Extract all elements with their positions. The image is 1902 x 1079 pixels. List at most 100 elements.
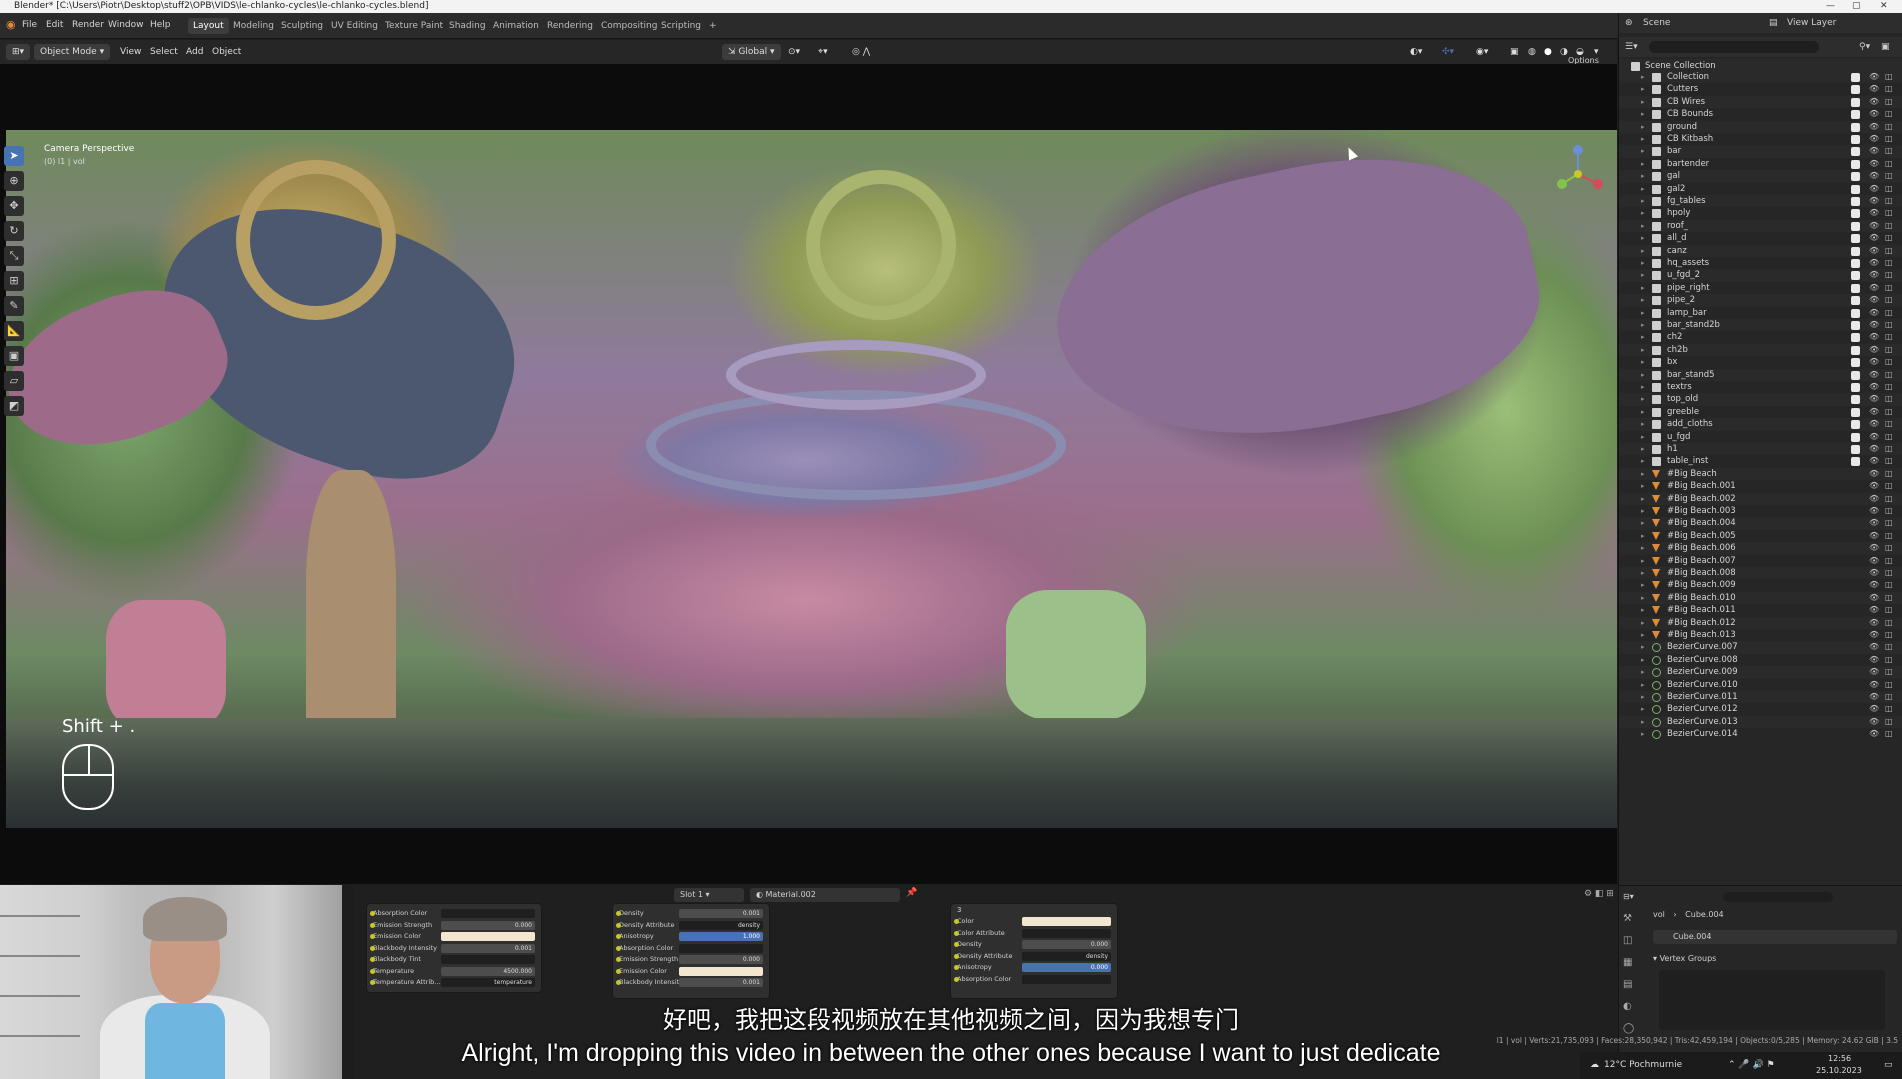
view-layer-icon[interactable]: ▤ [1769, 13, 1778, 33]
expand-arrow-icon[interactable]: ▸ [1641, 294, 1645, 306]
object-data-field[interactable]: Cube.004 [1653, 930, 1897, 944]
visibility-eye-icon[interactable]: 👁 [1869, 530, 1879, 542]
render-camera-icon[interactable]: ◫ [1885, 703, 1893, 715]
visibility-eye-icon[interactable]: 👁 [1869, 356, 1879, 368]
node-socket-row[interactable]: Emission Color [616, 966, 763, 977]
visibility-eye-icon[interactable]: 👁 [1869, 592, 1879, 604]
output-tab-icon[interactable]: ▦ [1623, 952, 1643, 974]
socket-icon[interactable] [616, 945, 621, 951]
render-camera-icon[interactable]: ◫ [1885, 666, 1893, 678]
expand-arrow-icon[interactable]: ▸ [1641, 555, 1645, 567]
outliner-row[interactable]: ▸ #Big Beach.001 👁 ◫ [1619, 480, 1902, 492]
exclude-checkbox[interactable] [1851, 147, 1860, 157]
socket-value-field[interactable] [441, 955, 535, 964]
outliner-row[interactable]: ▸ all_d 👁 ◫ [1619, 232, 1902, 244]
expand-arrow-icon[interactable]: ▸ [1641, 393, 1645, 405]
tab-layout[interactable]: Layout [188, 18, 229, 34]
outliner-row[interactable]: ▸ gal2 👁 ◫ [1619, 183, 1902, 195]
expand-arrow-icon[interactable]: ▸ [1641, 431, 1645, 443]
socket-value-field[interactable]: density [1021, 951, 1111, 961]
render-camera-icon[interactable]: ◫ [1885, 406, 1893, 418]
outliner-row[interactable]: ▸ greeble 👁 ◫ [1619, 406, 1902, 418]
overlay-icon[interactable]: ◉▾ [1476, 44, 1488, 60]
render-camera-icon[interactable]: ◫ [1885, 220, 1893, 232]
outliner-editor-icon[interactable]: ☰▾ [1625, 37, 1638, 57]
scene-icon[interactable]: ⊛ [1625, 13, 1633, 33]
expand-arrow-icon[interactable]: ▸ [1641, 604, 1645, 616]
render-camera-icon[interactable]: ◫ [1885, 133, 1893, 145]
socket-value-field[interactable]: 1.000 [679, 932, 763, 941]
outliner-row[interactable]: ▸ textrs 👁 ◫ [1619, 381, 1902, 393]
shear-tool-icon[interactable]: ▱ [4, 371, 24, 391]
expand-arrow-icon[interactable]: ▸ [1641, 307, 1645, 319]
visibility-eye-icon[interactable]: 👁 [1869, 579, 1879, 591]
render-camera-icon[interactable]: ◫ [1885, 617, 1893, 629]
exclude-checkbox[interactable] [1851, 271, 1860, 281]
visibility-eye-icon[interactable]: 👁 [1869, 331, 1879, 343]
socket-icon[interactable] [954, 930, 959, 936]
outliner-row[interactable]: ▸ Cutters 👁 ◫ [1619, 83, 1902, 95]
exclude-checkbox[interactable] [1851, 432, 1860, 442]
outliner-row[interactable]: ▸ top_old 👁 ◫ [1619, 393, 1902, 406]
visibility-eye-icon[interactable]: 👁 [1869, 232, 1879, 244]
snap-icon[interactable]: ⌖▾ [818, 44, 828, 60]
visibility-eye-icon[interactable]: 👁 [1869, 567, 1879, 579]
exclude-checkbox[interactable] [1851, 321, 1860, 330]
add-workspace-icon[interactable]: + [704, 18, 722, 34]
rendered-scene[interactable] [6, 130, 1617, 828]
exclude-checkbox[interactable] [1851, 246, 1860, 256]
expand-arrow-icon[interactable]: ▸ [1641, 282, 1645, 294]
visibility-eye-icon[interactable]: 👁 [1869, 121, 1879, 133]
exclude-checkbox[interactable] [1851, 383, 1860, 392]
expand-arrow-icon[interactable]: ▸ [1641, 96, 1645, 108]
exclude-checkbox[interactable] [1851, 358, 1860, 368]
view-layer-tab-icon[interactable]: ▤ [1623, 974, 1643, 996]
socket-value-field[interactable]: temperature [441, 978, 535, 987]
menu-help[interactable]: Help [150, 20, 171, 30]
socket-value-field[interactable] [1021, 917, 1111, 926]
expand-arrow-icon[interactable]: ▸ [1641, 356, 1645, 368]
exclude-checkbox[interactable] [1851, 395, 1860, 405]
annotate-tool-icon[interactable]: ✎ [4, 296, 24, 316]
expand-arrow-icon[interactable]: ▸ [1641, 579, 1645, 591]
render-camera-icon[interactable]: ◫ [1885, 530, 1893, 542]
render-camera-icon[interactable]: ◫ [1885, 158, 1893, 170]
exclude-checkbox[interactable] [1851, 209, 1860, 219]
filter-icon[interactable]: ⚲▾ [1859, 37, 1870, 57]
render-camera-icon[interactable]: ◫ [1885, 517, 1893, 529]
render-camera-icon[interactable]: ◫ [1885, 381, 1893, 393]
visibility-eye-icon[interactable]: 👁 [1869, 728, 1879, 740]
render-camera-icon[interactable]: ◫ [1885, 679, 1893, 691]
blender-logo-icon[interactable]: ◉ [6, 18, 16, 31]
node-socket-row[interactable]: Absorption Color [370, 908, 535, 919]
move-tool-icon[interactable]: ✥ [4, 196, 24, 216]
measure-tool-icon[interactable]: 📐 [4, 321, 24, 341]
tab-scripting[interactable]: Scripting [656, 18, 706, 34]
edit-tool-icon[interactable]: ◩ [4, 396, 24, 416]
expand-arrow-icon[interactable]: ▸ [1641, 418, 1645, 430]
outliner-row[interactable]: ▸ ground 👁 ◫ [1619, 120, 1902, 133]
visibility-eye-icon[interactable]: 👁 [1869, 294, 1879, 306]
socket-icon[interactable] [954, 976, 959, 982]
render-camera-icon[interactable]: ◫ [1885, 542, 1893, 554]
select-tool-icon[interactable]: ➤ [4, 146, 24, 166]
menu-add[interactable]: Add [186, 44, 203, 60]
expand-arrow-icon[interactable]: ▸ [1641, 542, 1645, 554]
socket-value-field[interactable] [441, 909, 535, 918]
visibility-eye-icon[interactable]: 👁 [1869, 406, 1879, 418]
render-camera-icon[interactable]: ◫ [1885, 232, 1893, 244]
menu-window[interactable]: Window [108, 20, 144, 30]
outliner-row[interactable]: ▸ hpoly 👁 ◫ [1619, 207, 1902, 219]
menu-object[interactable]: Object [212, 44, 241, 60]
outliner-row[interactable]: ▸ BezierCurve.011 👁 ◫ [1619, 691, 1902, 704]
principled-volume-node[interactable]: Absorption Color Emission Strength 0.000 Em… [366, 903, 542, 993]
visibility-eye-icon[interactable]: 👁 [1869, 145, 1879, 157]
outliner-row[interactable]: ▸ #Big Beach.006 👁 ◫ [1619, 542, 1902, 555]
visibility-eye-icon[interactable]: 👁 [1869, 716, 1879, 728]
socket-icon[interactable] [616, 957, 621, 962]
expand-arrow-icon[interactable]: ▸ [1641, 505, 1645, 517]
3d-viewport[interactable]: Camera Perspective (0) l1 | vol ➤ ⊕ ✥ ↻ … [0, 64, 1617, 884]
exclude-checkbox[interactable] [1851, 370, 1860, 380]
socket-value-field[interactable]: 0.000 [1021, 963, 1111, 972]
outliner-row[interactable]: ▸ bartender 👁 ◫ [1619, 158, 1902, 170]
